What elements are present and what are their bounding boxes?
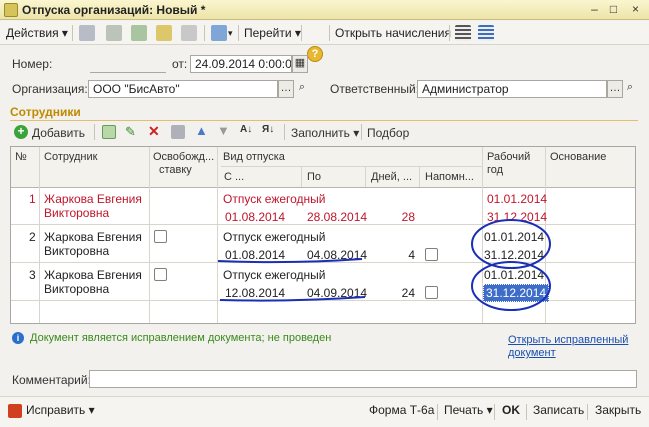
print-menu[interactable]: Печать ▾ bbox=[444, 403, 493, 417]
toolbar-separator bbox=[526, 404, 527, 420]
annotation-underline bbox=[217, 258, 363, 264]
save-button[interactable]: Записать bbox=[533, 403, 584, 417]
correction-hint: Документ является исправлением документа… bbox=[30, 332, 332, 344]
info-icon: i bbox=[12, 332, 24, 344]
fix-menu[interactable]: Исправить ▾ bbox=[26, 403, 95, 417]
comment-label: Комментарий: bbox=[12, 373, 91, 387]
form-t6a-button[interactable]: Форма Т-6а bbox=[369, 403, 434, 417]
annotation-underline bbox=[219, 296, 366, 302]
close-button[interactable]: Закрыть bbox=[595, 403, 641, 417]
ok-button[interactable]: OK bbox=[502, 403, 520, 417]
toolbar-separator bbox=[437, 404, 438, 420]
toolbar-separator bbox=[587, 404, 588, 420]
fix-icon[interactable] bbox=[8, 404, 22, 418]
annotation-circle bbox=[471, 261, 551, 311]
bottom-bar: Исправить ▾ Форма Т-6а Печать ▾ OK Запис… bbox=[0, 396, 649, 427]
comment-field[interactable] bbox=[89, 370, 637, 388]
annotation-circle bbox=[471, 219, 551, 269]
annotation-overlay bbox=[217, 219, 551, 422]
toolbar-separator bbox=[494, 404, 495, 420]
print-label: Печать bbox=[444, 403, 484, 417]
fix-label: Исправить bbox=[26, 403, 86, 417]
open-corrected-link-line2[interactable]: документ bbox=[508, 347, 556, 359]
open-corrected-link[interactable]: Открыть исправленный bbox=[508, 334, 628, 346]
